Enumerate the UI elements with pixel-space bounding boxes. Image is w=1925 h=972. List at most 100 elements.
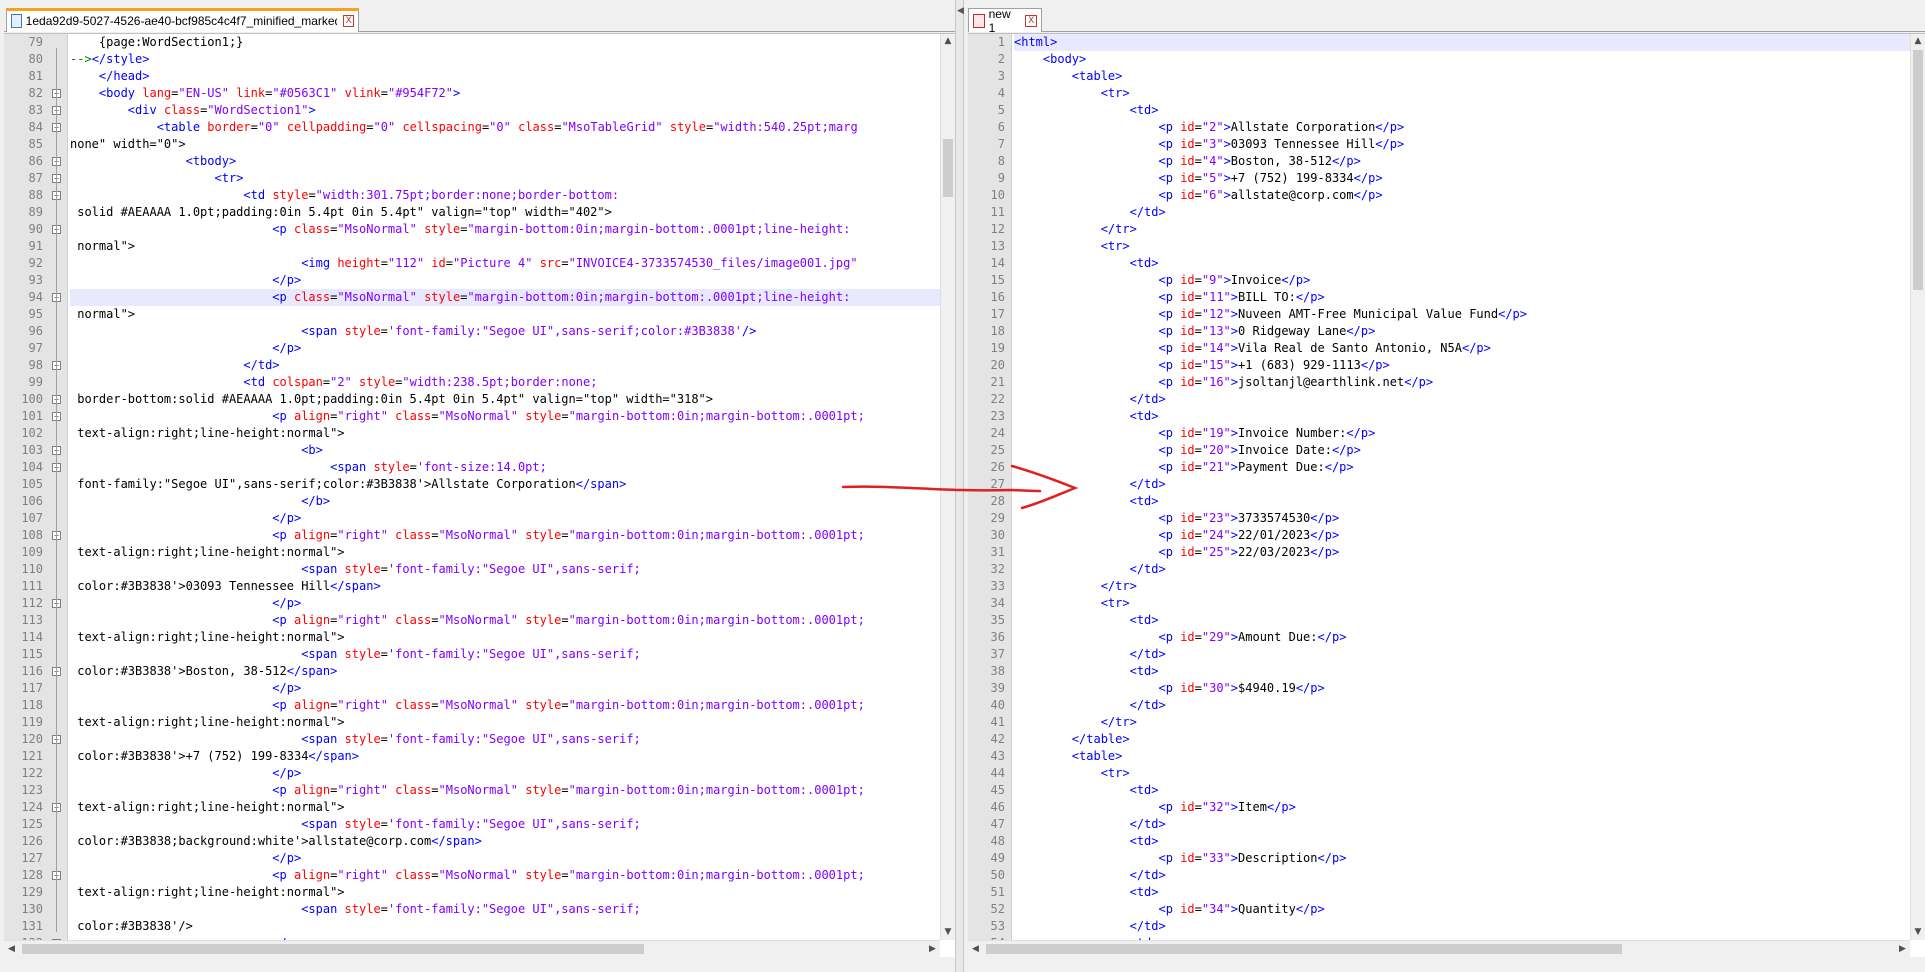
pane-splitter[interactable]: ◀	[955, 0, 964, 972]
code-line[interactable]: <p id="11">BILL TO:</p>	[1014, 289, 1910, 306]
code-line[interactable]: <tr>	[1014, 85, 1910, 102]
code-line[interactable]: <body>	[1014, 51, 1910, 68]
code-line[interactable]: </td>	[1014, 918, 1910, 935]
code-line[interactable]: <td>	[1014, 884, 1910, 901]
code-line[interactable]: <table>	[1014, 748, 1910, 765]
right-vertical-scrollbar[interactable]: ▲ ▼	[1910, 34, 1925, 940]
code-line[interactable]: <b>	[70, 442, 940, 459]
tab-new-1[interactable]: new 1 X	[968, 7, 1042, 35]
code-line[interactable]: <span style='font-family:"Segoe UI",sans…	[70, 731, 940, 748]
code-line[interactable]: </p>	[70, 850, 940, 867]
code-line[interactable]: <p id="30">$4940.19</p>	[1014, 680, 1910, 697]
code-line[interactable]: <span style='font-family:"Segoe UI",sans…	[70, 901, 940, 918]
code-line[interactable]: <p align="right" class="MsoNormal" style…	[70, 527, 940, 544]
code-line[interactable]: <span style='font-family:"Segoe UI",sans…	[70, 561, 940, 578]
code-line[interactable]: </td>	[1014, 561, 1910, 578]
left-vertical-scroll-thumb[interactable]	[943, 139, 953, 197]
code-line[interactable]: <p align="right" class="MsoNormal" style…	[70, 867, 940, 884]
code-line[interactable]: <tr>	[1014, 765, 1910, 782]
code-line[interactable]: <p align="right" class="MsoNormal" style…	[70, 697, 940, 714]
code-line[interactable]: <p class="MsoNormal" style="margin-botto…	[70, 289, 940, 306]
code-line[interactable]: <p align="right" class="MsoNormal" style…	[70, 612, 940, 629]
code-line[interactable]: text-align:right;line-height:normal">	[70, 714, 940, 731]
code-line[interactable]: <p id="3">03093 Tennessee Hill</p>	[1014, 136, 1910, 153]
code-line[interactable]: </p>	[70, 595, 940, 612]
code-line[interactable]: text-align:right;line-height:normal">	[70, 884, 940, 901]
code-line[interactable]: text-align:right;line-height:normal">	[70, 544, 940, 561]
scroll-left-arrow-icon[interactable]: ◀	[4, 941, 19, 957]
scroll-down-arrow-icon[interactable]: ▼	[941, 925, 955, 940]
code-line[interactable]: --></style>	[70, 51, 940, 68]
code-line[interactable]: <td>	[1014, 663, 1910, 680]
scroll-down-arrow-icon[interactable]: ▼	[1911, 925, 1925, 940]
right-code-editor[interactable]: 1 2 3 4 5 6 7 8 9 10 11 12 13 14 15 16 17 18 19 20 21 22 23 24 2…	[968, 33, 1925, 957]
code-line[interactable]: {page:WordSection1;}	[70, 34, 940, 51]
code-line[interactable]: color:#3B3838'>Boston, 38-512</span>	[70, 663, 940, 680]
code-line[interactable]: border-bottom:solid #AEAAAA 1.0pt;paddin…	[70, 391, 940, 408]
code-line[interactable]: font-family:"Segoe UI",sans-serif;color:…	[70, 476, 940, 493]
code-line[interactable]: <p align="right" class="MsoNormal" style…	[70, 408, 940, 425]
scroll-right-arrow-icon[interactable]: ▶	[1895, 941, 1910, 957]
code-line[interactable]: </b>	[70, 493, 940, 510]
code-line[interactable]: <p id="29">Amount Due:</p>	[1014, 629, 1910, 646]
code-line[interactable]: normal">	[70, 238, 940, 255]
code-line[interactable]: color:#3B3838'/>	[70, 918, 940, 935]
code-line[interactable]: <td>	[1014, 612, 1910, 629]
code-line[interactable]: <p id="16">jsoltanjl@earthlink.net</p>	[1014, 374, 1910, 391]
code-line[interactable]: <span style='font-family:"Segoe UI",sans…	[70, 646, 940, 663]
left-code-area[interactable]: {page:WordSection1;} --></style> </head> …	[70, 34, 940, 940]
code-line[interactable]: </td>	[1014, 476, 1910, 493]
code-line[interactable]: </head>	[70, 68, 940, 85]
code-line[interactable]: <img height="112" id="Picture 4" src="IN…	[70, 255, 940, 272]
code-line[interactable]: </tr>	[1014, 714, 1910, 731]
code-line[interactable]: <p id="33">Description</p>	[1014, 850, 1910, 867]
code-line[interactable]: <table border="0" cellpadding="0" cellsp…	[70, 119, 940, 136]
code-line[interactable]: <p id="6">allstate@corp.com</p>	[1014, 187, 1910, 204]
right-horizontal-scroll-thumb[interactable]	[986, 944, 1622, 954]
close-icon[interactable]: X	[1025, 14, 1037, 27]
code-line[interactable]: <tr>	[1014, 595, 1910, 612]
code-line[interactable]: <p id="15">+1 (683) 929-1113</p>	[1014, 357, 1910, 374]
left-horizontal-scroll-thumb[interactable]	[22, 944, 644, 954]
code-line[interactable]: text-align:right;line-height:normal">	[70, 425, 940, 442]
left-code-editor[interactable]: 79 80 81 82 83 84 85 86 87 88 89 90 91 92 93 94 95 96 97 98…	[4, 33, 955, 957]
right-horizontal-scrollbar[interactable]: ◀ ▶	[968, 940, 1910, 957]
code-line[interactable]: <p id="4">Boston, 38-512</p>	[1014, 153, 1910, 170]
code-line[interactable]: </p>	[70, 680, 940, 697]
code-line[interactable]: </td>	[1014, 391, 1910, 408]
code-line[interactable]: <td>	[1014, 493, 1910, 510]
code-line[interactable]: </p>	[70, 340, 940, 357]
left-vertical-scrollbar[interactable]: ▲ ▼	[940, 34, 955, 940]
right-code-area[interactable]: <html> <body> <table> <tr> <td> <p id="2…	[1014, 34, 1910, 940]
code-line[interactable]: <p id="21">Payment Due:</p>	[1014, 459, 1910, 476]
code-line[interactable]: text-align:right;line-height:normal">	[70, 629, 940, 646]
tab-left-file[interactable]: 1eda92d9-5027-4526-ae40-bcf985c4c4f7_min…	[6, 8, 359, 32]
code-line[interactable]: <body lang="EN-US" link="#0563C1" vlink=…	[70, 85, 940, 102]
code-line[interactable]: color:#3B3838'>03093 Tennessee Hill</spa…	[70, 578, 940, 595]
scroll-up-arrow-icon[interactable]: ▲	[1911, 34, 1925, 49]
code-line[interactable]: <tr>	[1014, 238, 1910, 255]
code-line[interactable]: </td>	[1014, 697, 1910, 714]
splitter-grip-icon[interactable]: ◀	[957, 6, 964, 16]
code-line[interactable]: <p id="5">+7 (752) 199-8334</p>	[1014, 170, 1910, 187]
code-line[interactable]: <tr>	[70, 170, 940, 187]
code-line[interactable]: <p align="right" class="MsoNormal" style…	[70, 782, 940, 799]
code-line[interactable]: <p id="2">Allstate Corporation</p>	[1014, 119, 1910, 136]
scroll-up-arrow-icon[interactable]: ▲	[941, 34, 955, 49]
code-line[interactable]: <p id="34">Quantity</p>	[1014, 901, 1910, 918]
code-line[interactable]: <p id="12">Nuveen AMT-Free Municipal Val…	[1014, 306, 1910, 323]
code-line[interactable]: <span style='font-family:"Segoe UI",sans…	[70, 816, 940, 833]
code-line[interactable]: <tbody>	[70, 153, 940, 170]
code-line[interactable]: <span style='font-family:"Segoe UI",sans…	[70, 323, 940, 340]
code-line[interactable]: </p>	[70, 272, 940, 289]
code-line[interactable]: <html>	[1014, 34, 1910, 51]
code-line[interactable]: </td>	[1014, 646, 1910, 663]
code-line[interactable]: <p id="14">Vila Real de Santo Antonio, N…	[1014, 340, 1910, 357]
scroll-left-arrow-icon[interactable]: ◀	[968, 941, 983, 957]
scroll-right-arrow-icon[interactable]: ▶	[925, 941, 940, 957]
code-line[interactable]: <td>	[1014, 255, 1910, 272]
code-line[interactable]: <p id="32">Item</p>	[1014, 799, 1910, 816]
code-line[interactable]: </p>	[70, 765, 940, 782]
code-line[interactable]: normal">	[70, 306, 940, 323]
code-line[interactable]: </td>	[1014, 867, 1910, 884]
